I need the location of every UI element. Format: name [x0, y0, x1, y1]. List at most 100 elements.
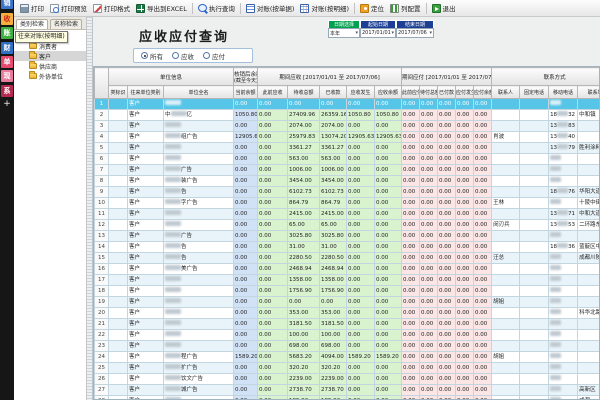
mobile-cell [549, 297, 578, 308]
payable-occurred-cell: 0.00 [456, 99, 474, 110]
table-row[interactable]: 1客户0.000.000.000.000.000.000.000.000.000… [95, 99, 600, 110]
locate-button[interactable]: 定位 [357, 2, 387, 14]
print-format-button[interactable]: 打印格式 [90, 2, 133, 14]
module-tab-系[interactable]: 系 [1, 85, 13, 97]
column-config-button[interactable]: 列配置 [387, 2, 424, 14]
receivable-balance-cell: 0.00 [375, 220, 402, 231]
exit-button[interactable]: 退出 [429, 2, 459, 14]
table-row[interactable]: 4客户组广告12905.630.0025979.8313074.2012905.… [95, 132, 600, 143]
tree-item-客户[interactable]: 客户 [14, 51, 86, 61]
contact-person-cell [492, 99, 520, 110]
prior-receivable-cell: 0.00 [258, 165, 288, 176]
table-row[interactable]: 23客户0.000.00698.00698.000.000.000.000.00… [95, 341, 600, 352]
date-range-select[interactable]: 本年▾ [328, 28, 360, 38]
table-row[interactable]: 9客户告0.000.006102.736102.730.000.000.000.… [95, 187, 600, 198]
table-row[interactable]: 18客户0.000.001756.901756.900.000.000.000.… [95, 286, 600, 297]
table-row[interactable]: 12客户0.000.0065.0065.000.000.000.000.000.… [95, 220, 600, 231]
reconcile-doc-button[interactable]: 对账(按单据) [243, 2, 298, 14]
table-row[interactable]: 16客户美广告0.000.002468.942468.940.000.000.0… [95, 264, 600, 275]
table-row[interactable]: 25客户扩广告0.000.00320.20320.200.000.000.000… [95, 363, 600, 374]
prior-receivable-cell: 0.00 [258, 330, 288, 341]
table-row[interactable]: 5客户0.000.003361.273361.270.000.000.000.0… [95, 143, 600, 154]
landline-cell [520, 352, 549, 363]
module-tab-现[interactable]: 现 [1, 70, 13, 82]
prior-receivable-cell: 0.00 [258, 121, 288, 132]
module-tab-单[interactable]: 单 [1, 56, 13, 68]
mobile-cell: 1383 [549, 121, 578, 132]
tree-item-label: 客户 [39, 52, 51, 61]
start-date-select[interactable]: 2017/01/01▾ [360, 28, 396, 38]
table-row[interactable]: 28客户0.000.00185.90185.900.000.000.000.00… [95, 396, 600, 400]
prior-payable-cell: 0.00 [402, 110, 420, 121]
received-cell: 2074.00 [320, 121, 347, 132]
table-row[interactable]: 15客户告0.000.002280.502280.500.000.000.000… [95, 253, 600, 264]
table-row[interactable]: 8客户装广告0.000.003454.003454.000.000.000.00… [95, 176, 600, 187]
table-row[interactable]: 7客户广告0.000.001006.001006.000.000.000.000… [95, 165, 600, 176]
panel-splitter[interactable] [87, 17, 93, 400]
reconcile-detail-button[interactable]: 对账(按明细) [297, 2, 352, 14]
table-row[interactable]: 24客户程广告1589.200.005683.204094.001589.201… [95, 352, 600, 363]
current-balance-cell: 0.00 [234, 264, 258, 275]
table-row[interactable]: 14客户告0.000.0031.0031.000.000.000.000.000… [95, 242, 600, 253]
date-value: 2017/07/06 [398, 30, 427, 36]
mobile-cell: 1832 [549, 110, 578, 121]
module-tab-+[interactable]: + [1, 98, 13, 110]
receivable-total-cell: 2468.94 [288, 264, 320, 275]
module-tab-销[interactable]: 销 [1, 0, 13, 9]
module-tab-财[interactable]: 财 [1, 42, 13, 54]
receivable-total-cell: 25979.83 [288, 132, 320, 143]
table-row[interactable]: 20客户0.000.00353.00353.000.000.000.000.00… [95, 308, 600, 319]
radio-所有[interactable]: 所有 [141, 51, 163, 61]
payable-occurred-cell: 0.00 [456, 132, 474, 143]
table-row[interactable]: 11客户0.000.002415.002415.000.000.000.000.… [95, 209, 600, 220]
radio-应付[interactable]: 应付 [203, 51, 225, 61]
page-title: 应收应付查询 [139, 26, 229, 45]
table-row[interactable]: 3客户0.000.002074.002074.000.000.000.000.0… [95, 121, 600, 132]
table-row[interactable]: 19客户0.000.000.000.000.000.000.000.000.00… [95, 297, 600, 308]
toolbar-button-label: 执行查询 [209, 3, 235, 13]
table-row[interactable]: 21客户0.000.003181.503181.500.000.000.000.… [95, 319, 600, 330]
excel-export-button[interactable]: 导出到EXCEL [133, 2, 190, 14]
print-preview-button[interactable]: 打印预览 [47, 2, 90, 14]
table-row[interactable]: 10客户字广告0.000.00864.79864.790.000.000.000… [95, 198, 600, 209]
tab-类别检索[interactable]: 类别检索 [16, 19, 48, 29]
receivable-balance-cell: 0.00 [375, 242, 402, 253]
folder-icon [29, 53, 37, 59]
exit-icon [432, 4, 441, 13]
print-button[interactable]: 打印 [17, 2, 47, 14]
column-header-current-balance: 当前余额 [234, 86, 258, 99]
payable-occurred-cell: 0.00 [456, 363, 474, 374]
radio-selected-icon [141, 52, 148, 59]
address-cell [578, 264, 600, 275]
receivable-total-cell: 3361.27 [288, 143, 320, 154]
tree-item-供应商[interactable]: 供应商 [14, 61, 86, 71]
address-cell [578, 231, 600, 242]
redacted-name-block [165, 122, 181, 127]
end-date-select[interactable]: 2017/07/06▾ [396, 28, 434, 38]
payable-total-cell: 0.00 [420, 231, 438, 242]
module-tab-账[interactable]: 账 [1, 27, 13, 39]
search-icon [198, 4, 207, 12]
payable-occurred-cell: 0.00 [456, 396, 474, 400]
table-row[interactable]: 13客户广告0.000.003025.803025.800.000.000.00… [95, 231, 600, 242]
table-row[interactable]: 22客户0.000.00100.00100.000.000.000.000.00… [95, 330, 600, 341]
receivable-total-cell: 65.00 [288, 220, 320, 231]
company-name-cell [164, 154, 234, 165]
table-row[interactable]: 26客户饮文广告0.000.002239.002239.000.000.000.… [95, 374, 600, 385]
table-row[interactable]: 2客户中亿1050.800.0027409.9626359.161050.801… [95, 110, 600, 121]
table-row[interactable]: 27客户城广告0.000.002738.702738.700.000.000.0… [95, 385, 600, 396]
radio-应收[interactable]: 应收 [172, 51, 194, 61]
receivable-balance-cell: 0.00 [375, 264, 402, 275]
tree-item-外协单位[interactable]: 外协单位 [14, 71, 86, 81]
search-button[interactable]: 执行查询 [195, 2, 238, 14]
table-row[interactable]: 6客户0.000.00563.00563.000.000.000.000.000… [95, 154, 600, 165]
tab-名称检索[interactable]: 名称检索 [50, 19, 82, 29]
mobile-cell: 1876 [549, 187, 578, 198]
receivable-balance-cell: 0.00 [375, 176, 402, 187]
table-row[interactable]: 17客户0.000.001358.001358.000.000.000.000.… [95, 275, 600, 286]
module-tab-收[interactable]: 收 [1, 13, 13, 25]
receivable-payable-table: 单位信息核销后余额(截至今天)期间应收 [2017/01/01 至 2017/0… [94, 67, 600, 400]
grid-container[interactable]: 单位信息核销后余额(截至今天)期间应收 [2017/01/01 至 2017/0… [93, 66, 600, 400]
column-header-payable-total: 待付总额 [420, 86, 438, 99]
mobile-cell [549, 352, 578, 363]
